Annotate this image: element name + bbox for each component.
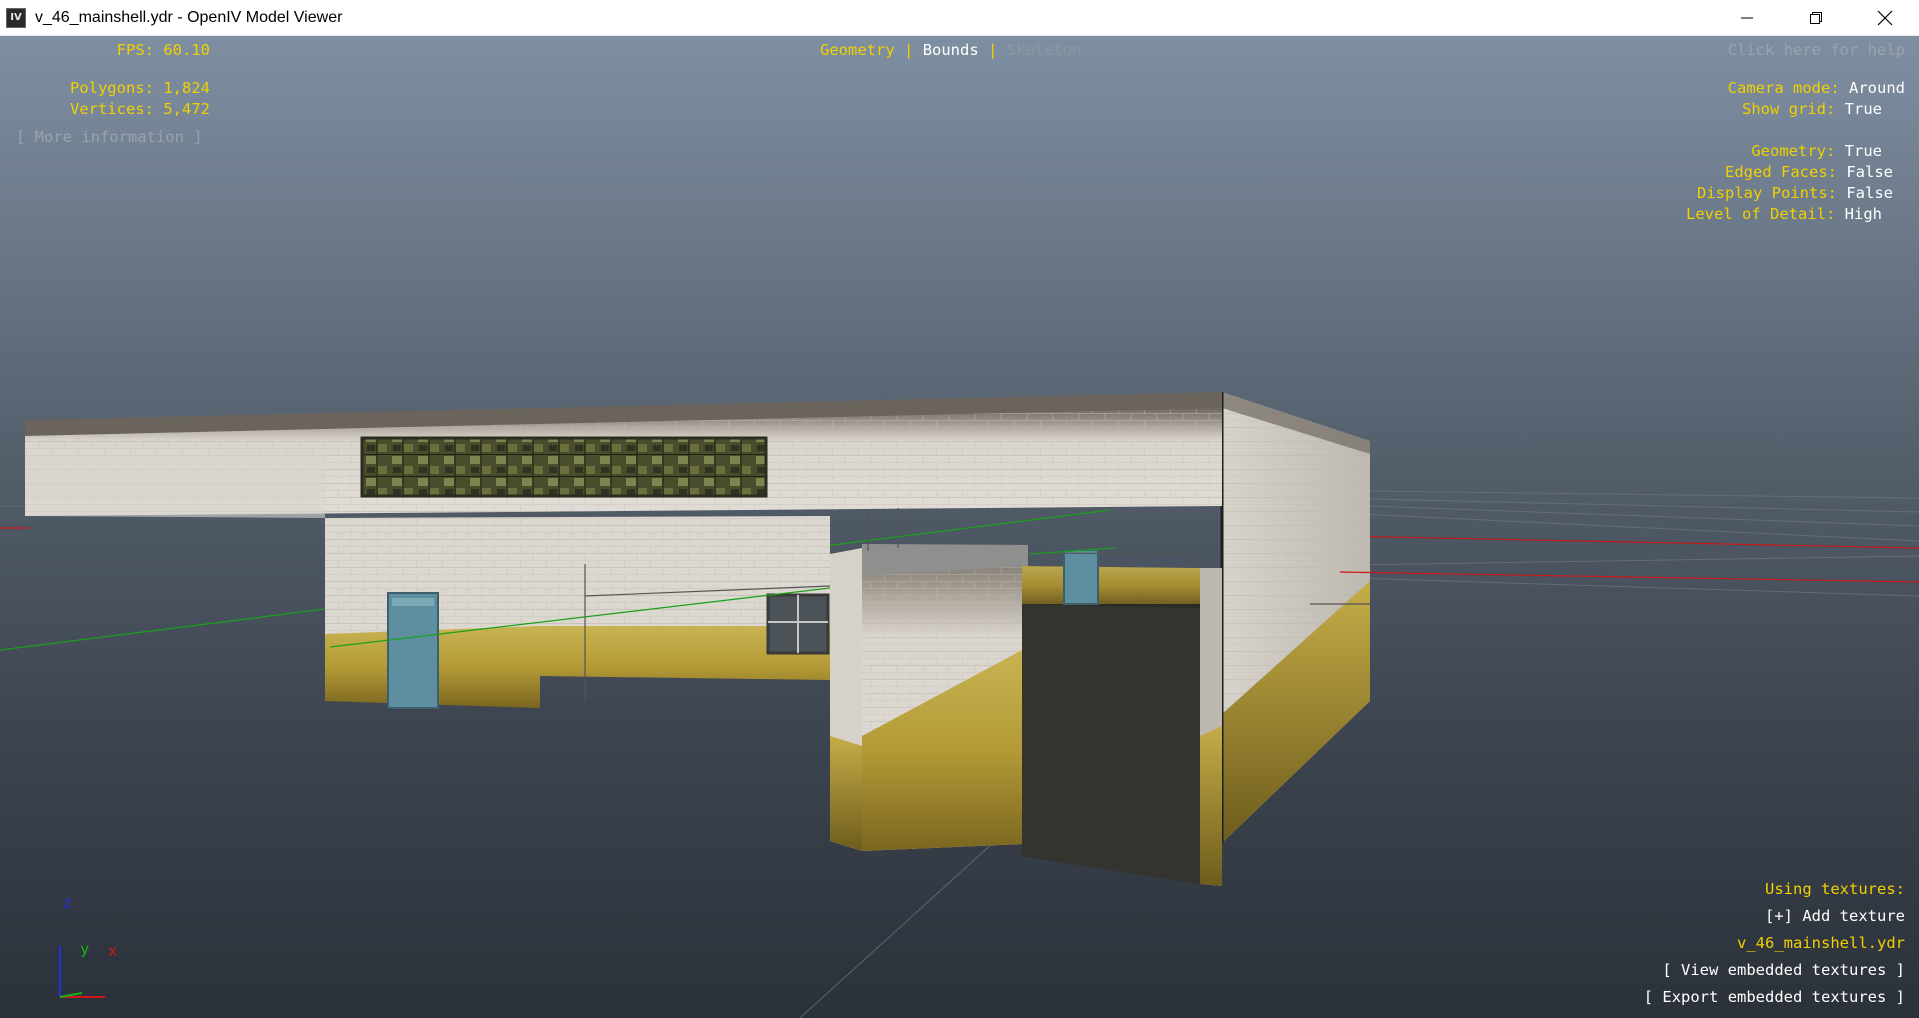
setting-value: True <box>1844 100 1882 118</box>
setting-value: True <box>1844 142 1882 160</box>
more-information-link[interactable]: [ More information ] <box>16 127 203 148</box>
restore-button[interactable] <box>1781 0 1850 35</box>
setting-value: False <box>1846 163 1893 181</box>
fps-value: 60.10 <box>163 41 210 59</box>
window-controls <box>1712 0 1919 35</box>
close-icon <box>1877 10 1892 25</box>
close-button[interactable] <box>1850 0 1919 35</box>
minimize-icon <box>1740 17 1753 18</box>
polygons-readout: Polygons: 1,824 <box>69 79 210 97</box>
axis-label-x: x <box>108 942 118 960</box>
restore-icon <box>1809 11 1822 24</box>
openiv-app-icon[interactable]: IV <box>6 7 26 28</box>
view-embedded-textures-link[interactable]: [ View embedded textures ] <box>1662 960 1905 981</box>
tab-geometry[interactable]: Geometry <box>820 41 895 59</box>
window-title: v_46_mainshell.ydr - OpenIV Model Viewer <box>35 8 343 26</box>
setting-value: Around <box>1849 79 1905 97</box>
setting-value: High <box>1844 205 1882 223</box>
add-texture-link[interactable]: [+] Add texture <box>1765 906 1905 927</box>
window-titlebar[interactable]: IV v_46_mainshell.ydr - OpenIV Model Vie… <box>0 0 1919 36</box>
model-viewport[interactable]: z y x FPS: 60.10 Polygons: 1,824 Vertice… <box>0 36 1919 1018</box>
tab-skeleton[interactable]: Skeleton <box>1007 41 1082 59</box>
vertices-value: 5,472 <box>163 100 210 118</box>
setting-show-grid[interactable]: Show grid: True <box>1582 99 1882 120</box>
setting-value: False <box>1846 184 1893 202</box>
setting-camera-mode[interactable]: Camera mode: Around <box>1605 78 1905 99</box>
textures-header: Using textures: <box>1765 880 1905 898</box>
help-link[interactable]: Click here for help <box>1728 40 1905 61</box>
export-embedded-textures-link[interactable]: [ Export embedded textures ] <box>1644 987 1905 1008</box>
setting-edged-faces[interactable]: Edged Faces: False <box>1593 162 1893 183</box>
tab-bounds[interactable]: Bounds <box>923 41 979 59</box>
setting-display-points[interactable]: Display Points: False <box>1593 183 1893 204</box>
texture-file-name[interactable]: v_46_mainshell.ydr <box>1737 933 1905 954</box>
render-mode-tabs: Geometry | Bounds | Skeleton <box>820 41 1082 59</box>
axis-label-z: z <box>63 894 73 912</box>
setting-geometry[interactable]: Geometry: True <box>1582 141 1882 162</box>
vertices-readout: Vertices: 5,472 <box>69 100 210 118</box>
minimize-button[interactable] <box>1712 0 1781 35</box>
fps-readout: FPS: 60.10 <box>116 41 210 59</box>
axis-label-y: y <box>80 940 90 958</box>
polygons-value: 1,824 <box>163 79 210 97</box>
setting-level-of-detail[interactable]: Level of Detail: High <box>1582 204 1882 225</box>
